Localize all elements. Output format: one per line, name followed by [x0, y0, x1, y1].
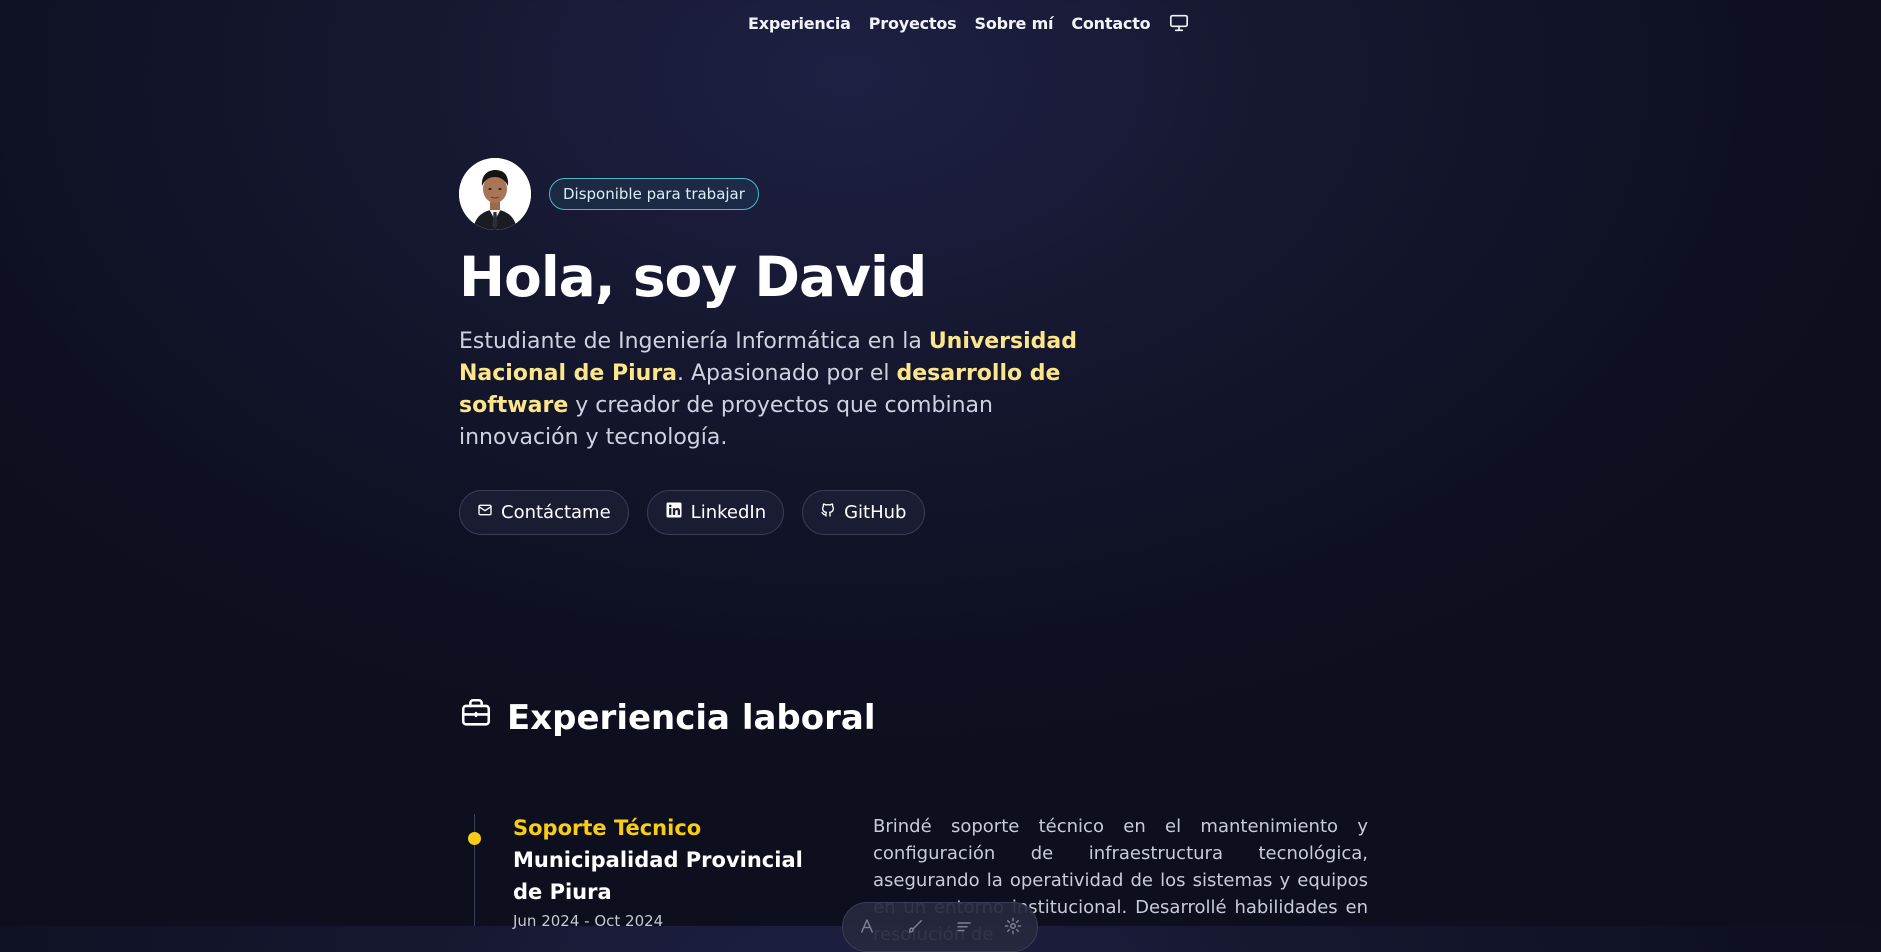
- floating-dock: [842, 902, 1038, 952]
- linkedin-button-label: LinkedIn: [690, 502, 767, 523]
- font-icon[interactable]: [856, 915, 878, 937]
- menu-lines-icon[interactable]: [953, 915, 975, 937]
- hero-title: Hola, soy David: [459, 245, 927, 309]
- hero-section: Disponible para trabajar Hola, soy David…: [459, 158, 1099, 535]
- contact-button[interactable]: Contáctame: [459, 490, 629, 535]
- gear-icon[interactable]: [1002, 915, 1024, 937]
- github-button[interactable]: GitHub: [802, 490, 925, 535]
- job-dates: Jun 2024 - Oct 2024: [513, 912, 664, 930]
- monitor-icon[interactable]: [1168, 12, 1190, 34]
- mail-icon: [477, 502, 493, 523]
- job-company: Municipalidad Provincial de Piura: [513, 848, 803, 904]
- job-entry: Soporte Técnico Municipalidad Provincial…: [513, 812, 813, 930]
- timeline-line: [474, 814, 475, 926]
- experience-section-title: Experiencia laboral: [459, 696, 876, 739]
- brush-icon[interactable]: [905, 915, 927, 937]
- job-role: Soporte Técnico: [513, 816, 702, 840]
- nav-link-proyectos[interactable]: Proyectos: [869, 14, 957, 33]
- hero-header: Disponible para trabajar: [459, 158, 1099, 230]
- github-icon: [820, 502, 836, 523]
- nav-link-sobre-mi[interactable]: Sobre mí: [975, 14, 1054, 33]
- hero-description: Estudiante de Ingeniería Informática en …: [459, 326, 1099, 454]
- hero-description-text-2: . Apasionado por el: [677, 361, 897, 386]
- hero-actions: Contáctame LinkedIn GitHub: [459, 490, 1099, 535]
- experience-title: Experiencia laboral: [507, 697, 876, 738]
- linkedin-icon: [665, 501, 683, 524]
- availability-badge: Disponible para trabajar: [549, 178, 759, 210]
- top-nav: Experiencia Proyectos Sobre mí Contacto: [748, 12, 1190, 34]
- github-button-label: GitHub: [844, 502, 907, 523]
- avatar: [459, 158, 531, 230]
- timeline-dot: [468, 832, 481, 845]
- nav-link-contacto[interactable]: Contacto: [1071, 14, 1150, 33]
- briefcase-icon: [459, 696, 493, 739]
- nav-link-experiencia[interactable]: Experiencia: [748, 14, 851, 33]
- contact-button-label: Contáctame: [501, 502, 611, 523]
- linkedin-button[interactable]: LinkedIn: [646, 490, 785, 535]
- hero-description-text-1: Estudiante de Ingeniería Informática en …: [459, 329, 929, 354]
